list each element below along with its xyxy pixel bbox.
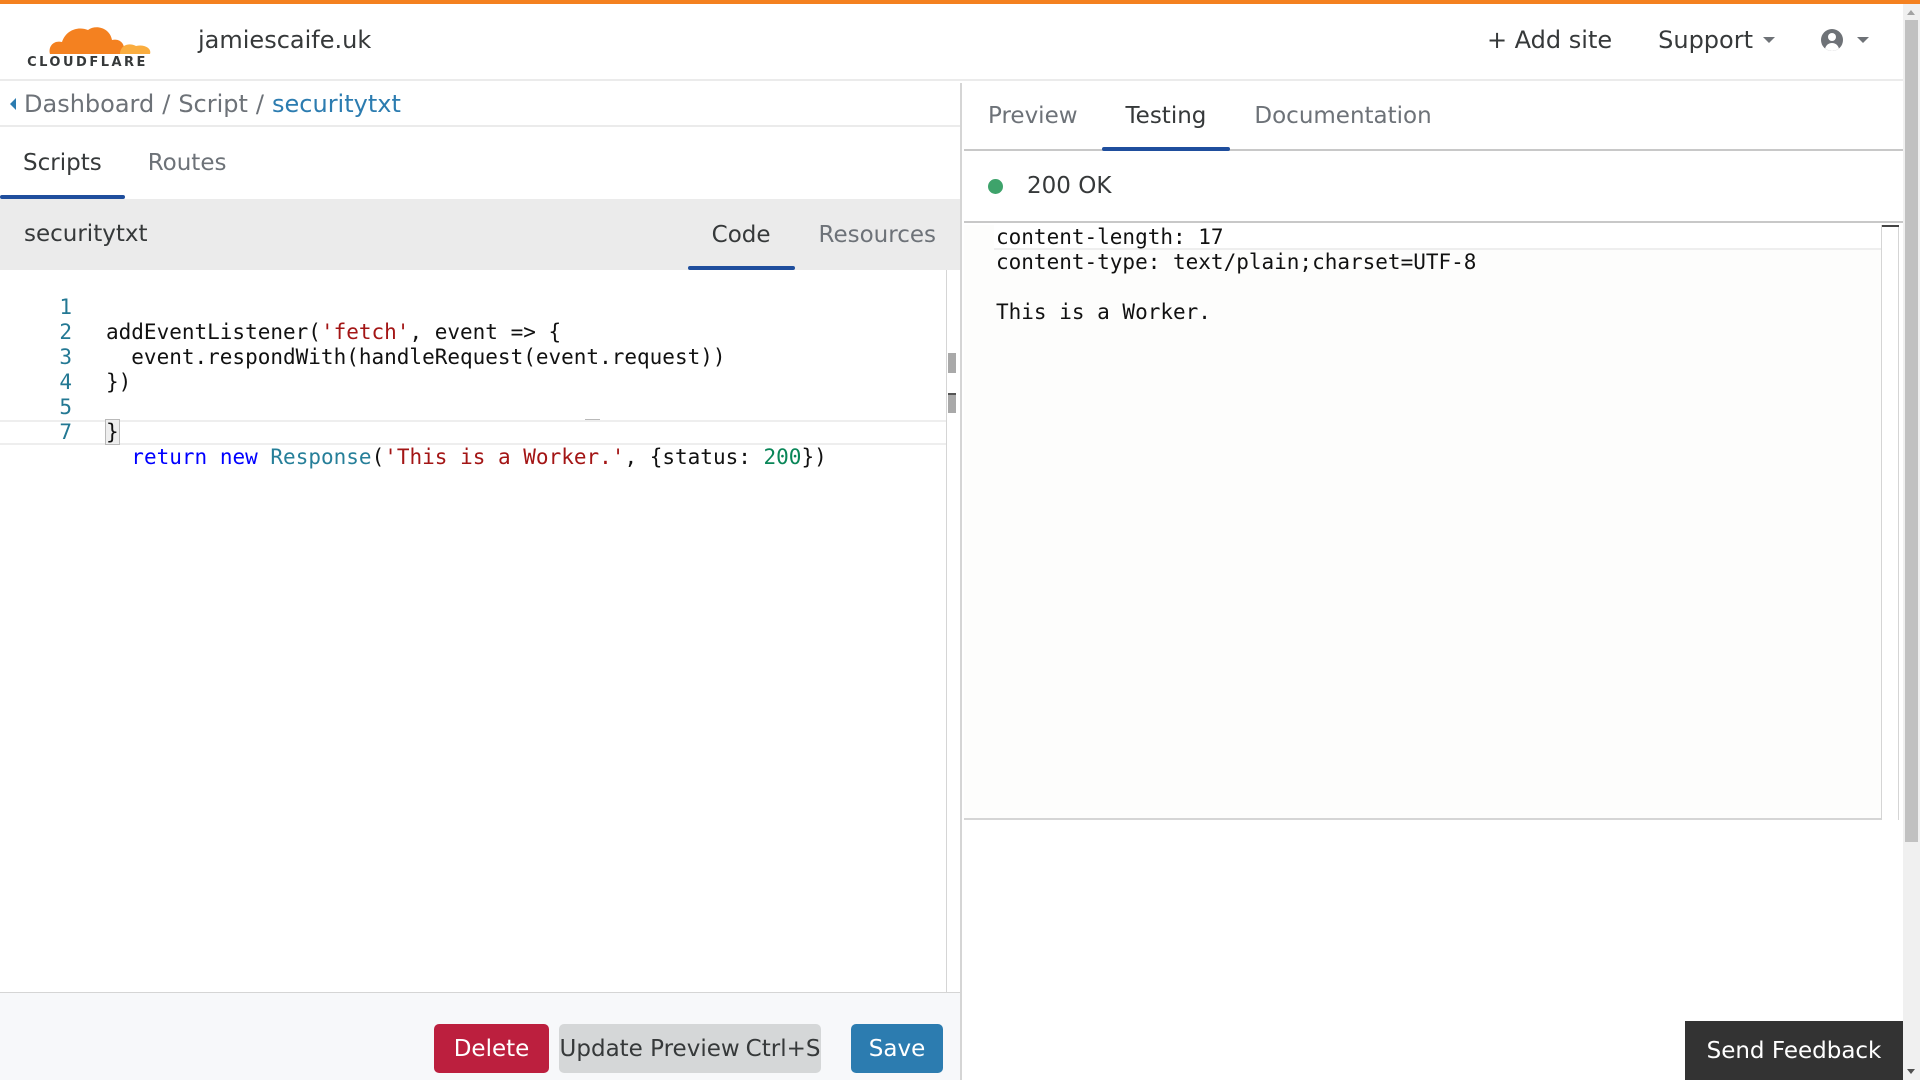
cloudflare-logo[interactable]: CLOUDFLARE [20,18,155,70]
editor-footer: Delete Update Preview Ctrl+S Save [0,992,960,1080]
tab-scripts[interactable]: Scripts [0,127,125,199]
cloud-icon [49,27,151,54]
code-line: 5 async function handleRequest(request) … [0,370,946,445]
scrollbar-marker [1882,225,1899,227]
chevron-left-icon [10,98,16,110]
editor-tabs: Code Resources [687,199,960,270]
code-line: 4 [0,345,946,394]
code-line-active: 7 } [0,419,946,445]
left-tabs: Scripts Routes [0,127,960,199]
response-status: 200 OK [964,151,1903,223]
scrollbar-marker [948,353,956,373]
script-name: securitytxt [24,221,148,247]
right-pane: Preview Testing Documentation 200 OK con… [964,83,1903,1080]
tab-testing[interactable]: Testing [1101,83,1231,151]
line-code: } [105,419,120,445]
line-number: 7 [59,420,72,444]
left-pane: Dashboard / Script / securitytxt Scripts… [0,83,962,1080]
right-tabs: Preview Testing Documentation [964,83,1903,151]
update-preview-label: Update Preview [559,1035,740,1062]
editor-toolbar: securitytxt Code Resources [0,199,960,270]
code-line: 1 addEventListener('fetch', event => { [0,270,946,344]
chevron-down-icon [1763,37,1775,43]
scrollbar-thumb[interactable] [1905,20,1918,842]
code-line: 3 }) [0,320,946,394]
response-line: content-type: text/plain;charset=UTF-8 [996,250,1477,274]
header-actions: + Add site Support [1441,26,1903,54]
save-button[interactable]: Save [851,1024,943,1073]
top-header: CLOUDFLARE jamiescaife.uk + Add site Sup… [0,4,1903,81]
chevron-down-icon [1857,37,1869,43]
tab-resources[interactable]: Resources [795,199,960,270]
page-scrollbar[interactable] [1903,4,1920,1080]
status-ok-icon [988,178,1003,194]
code-editor[interactable]: 1 addEventListener('fetch', event => { 2… [0,270,946,992]
tab-documentation[interactable]: Documentation [1230,83,1455,149]
keyboard-shortcut: Ctrl+S [745,1035,821,1062]
response-body[interactable]: content-length: 17 content-type: text/pl… [964,225,1881,820]
response-line: content-length: 17 [996,225,1224,249]
delete-button[interactable]: Delete [434,1024,549,1073]
breadcrumb-separator: / [162,90,171,118]
support-menu[interactable]: Support [1658,26,1775,54]
logo-text: CLOUDFLARE [27,55,148,70]
support-label: Support [1658,26,1753,54]
scrollbar-thumb[interactable] [948,393,956,413]
response-line: This is a Worker. [996,300,1211,324]
tab-code[interactable]: Code [687,199,795,270]
breadcrumb-current[interactable]: securitytxt [272,90,401,118]
send-feedback-button[interactable]: Send Feedback [1685,1021,1903,1080]
scroll-down-icon[interactable] [1907,1069,1915,1074]
breadcrumb-script[interactable]: Script [178,90,248,118]
user-icon [1821,29,1843,51]
site-name[interactable]: jamiescaife.uk [198,26,371,54]
response-scrollbar[interactable] [1881,225,1899,820]
breadcrumb: Dashboard / Script / securitytxt [0,83,960,127]
add-site-link[interactable]: + Add site [1487,26,1612,54]
status-text: 200 OK [1027,173,1112,199]
tab-preview[interactable]: Preview [964,83,1102,149]
code-line: 2 event.respondWith(handleRequest(event.… [0,295,946,369]
line-code: return new Response('This is a Worker.',… [131,445,827,469]
user-menu[interactable] [1821,29,1869,51]
editor-scrollbar[interactable] [946,270,960,992]
code-line: 6 return new Response('This is a Worker.… [0,395,946,469]
update-preview-button[interactable]: Update Preview Ctrl+S [559,1024,821,1073]
breadcrumb-dashboard[interactable]: Dashboard [24,90,154,118]
breadcrumb-separator: / [255,90,265,118]
scroll-up-icon[interactable] [1907,10,1915,15]
tab-routes[interactable]: Routes [125,127,250,199]
